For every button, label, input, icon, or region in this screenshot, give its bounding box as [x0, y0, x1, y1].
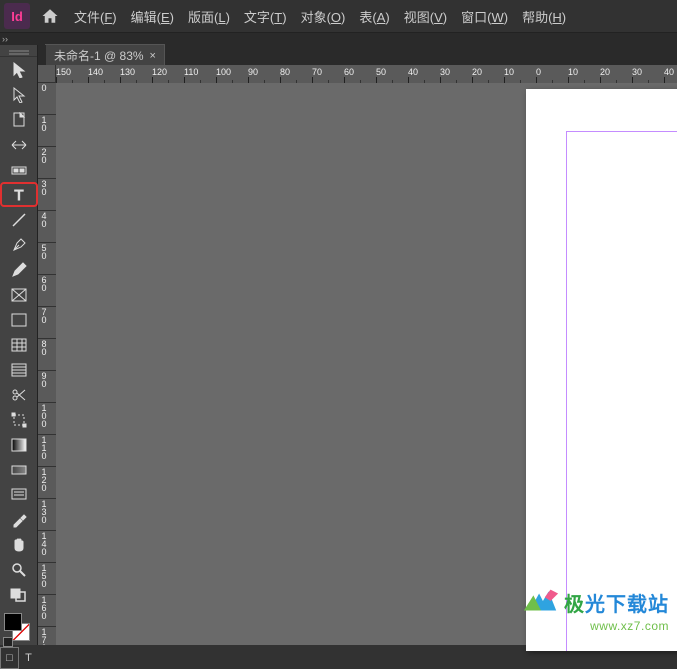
selection-tool[interactable] — [0, 57, 38, 82]
ruler-v-tick: 70 — [38, 307, 56, 339]
ruler-v-tick: 50 — [38, 243, 56, 275]
home-icon[interactable] — [38, 4, 62, 28]
menu-h[interactable]: 帮助(H) — [522, 7, 566, 26]
menu-a[interactable]: 表(A) — [359, 7, 389, 26]
ruler-v-tick: 80 — [38, 339, 56, 371]
ruler-v-tick: 20 — [38, 147, 56, 179]
ruler-h-tick: 100 — [216, 65, 248, 83]
ruler-v-tick: 150 — [38, 563, 56, 595]
ruler-v-tick: 40 — [38, 211, 56, 243]
ruler-h-tick: 40 — [664, 65, 677, 83]
scissors-tool[interactable] — [0, 382, 38, 407]
ruler-h-tick: 30 — [440, 65, 472, 83]
page[interactable] — [526, 89, 677, 651]
page-margin-guide — [566, 131, 677, 651]
menu-l[interactable]: 版面(L) — [188, 7, 230, 26]
menu-w[interactable]: 窗口(W) — [461, 7, 508, 26]
content-collector-tool[interactable] — [0, 157, 38, 182]
rectangle-tool[interactable] — [0, 307, 38, 332]
ruler-h-tick: 150 — [56, 65, 88, 83]
ruler-h-tick: 60 — [344, 65, 376, 83]
grid-tool[interactable] — [0, 332, 38, 357]
free-transform-tool[interactable] — [0, 407, 38, 432]
ruler-h-tick: 20 — [472, 65, 504, 83]
ruler-v-tick: 110 — [38, 435, 56, 467]
ruler-h-tick: 130 — [120, 65, 152, 83]
zoom-tool[interactable] — [0, 557, 38, 582]
ruler-h-tick: 50 — [376, 65, 408, 83]
fill-swatch[interactable] — [4, 613, 22, 631]
expand-panels-icon[interactable]: ›› — [2, 34, 8, 44]
ruler-h-tick: 120 — [152, 65, 184, 83]
horizontal-ruler[interactable]: 1501401301201101009080706050403020100102… — [38, 65, 677, 83]
formatting-mode: □ T — [0, 647, 38, 669]
ruler-h-tick: 80 — [280, 65, 312, 83]
page-tool[interactable] — [0, 107, 38, 132]
ruler-h-tick: 110 — [184, 65, 216, 83]
type-tool[interactable]: T — [0, 182, 38, 207]
ruler-h-tick: 70 — [312, 65, 344, 83]
rectangle-frame-tool[interactable] — [0, 282, 38, 307]
ruler-v-tick: 130 — [38, 499, 56, 531]
ruler-h-tick: 0 — [536, 65, 568, 83]
toolbox: T □ T — [0, 45, 38, 645]
canvas-area[interactable]: 极光下载站 www.xz7.com — [56, 83, 677, 645]
gap-tool[interactable] — [0, 132, 38, 157]
direct-selection-tool[interactable] — [0, 82, 38, 107]
vertical-ruler[interactable]: 0102030405060708090100110120130140150160… — [38, 83, 56, 645]
menu-f[interactable]: 文件(F) — [74, 7, 117, 26]
menu-v[interactable]: 视图(V) — [404, 7, 447, 26]
toolbox-grip[interactable] — [0, 45, 37, 57]
ruler-v-tick: 10 — [38, 115, 56, 147]
menu-e[interactable]: 编辑(E) — [131, 7, 174, 26]
svg-text:T: T — [14, 187, 23, 203]
ruler-origin[interactable] — [38, 65, 56, 83]
fill-stroke-toggle-icon[interactable] — [0, 582, 38, 607]
ruler-v-tick: 140 — [38, 531, 56, 563]
document-tab[interactable]: 未命名-1 @ 83% × — [45, 44, 165, 66]
ruler-h-tick: 140 — [88, 65, 120, 83]
ruler-v-tick: 100 — [38, 403, 56, 435]
gradient-feather-tool[interactable] — [0, 457, 38, 482]
ruler-h-tick: 40 — [408, 65, 440, 83]
document-tab-label: 未命名-1 @ 83% — [54, 47, 144, 64]
default-swatch-icon[interactable] — [3, 637, 13, 647]
ruler-v-tick: 30 — [38, 179, 56, 211]
document-tab-bar: 未命名-1 @ 83% × — [0, 45, 677, 67]
menu-o[interactable]: 对象(O) — [301, 7, 346, 26]
line-tool[interactable] — [0, 207, 38, 232]
ruler-v-tick: 120 — [38, 467, 56, 499]
ruler-h-tick: 10 — [504, 65, 536, 83]
pen-tool[interactable] — [0, 232, 38, 257]
eyedropper-tool[interactable] — [0, 507, 38, 532]
dock-edge — [38, 45, 46, 65]
main-menu: 文件(F) 编辑(E) 版面(L) 文字(T) 对象(O) 表(A) 视图(V) 窗口(W) 帮… — [74, 7, 566, 26]
gradient-swatch-tool[interactable] — [0, 432, 38, 457]
top-menu-bar: Id 文件(F) 编辑(E) 版面(L) 文字(T) 对象(O) 表(A) 视图(V) 窗口(… — [0, 0, 677, 33]
note-tool[interactable] — [0, 482, 38, 507]
ruler-v-tick: 60 — [38, 275, 56, 307]
fill-stroke-swatch[interactable] — [0, 611, 38, 647]
ruler-h-tick: 20 — [600, 65, 632, 83]
ruler-h-tick: 10 — [568, 65, 600, 83]
close-tab-icon[interactable]: × — [150, 50, 156, 62]
text-format-button[interactable]: T — [19, 647, 38, 669]
ruler-v-tick: 170 — [38, 627, 56, 645]
horizontal-grid-tool[interactable] — [0, 357, 38, 382]
container-format-button[interactable]: □ — [0, 647, 19, 669]
ruler-v-tick: 160 — [38, 595, 56, 627]
pencil-tool[interactable] — [0, 257, 38, 282]
ruler-h-tick: 30 — [632, 65, 664, 83]
hand-tool[interactable] — [0, 532, 38, 557]
ruler-h-tick: 90 — [248, 65, 280, 83]
ruler-v-tick: 90 — [38, 371, 56, 403]
ruler-v-tick: 0 — [38, 83, 56, 115]
menu-t[interactable]: 文字(T) — [244, 7, 287, 26]
app-icon: Id — [4, 3, 30, 29]
